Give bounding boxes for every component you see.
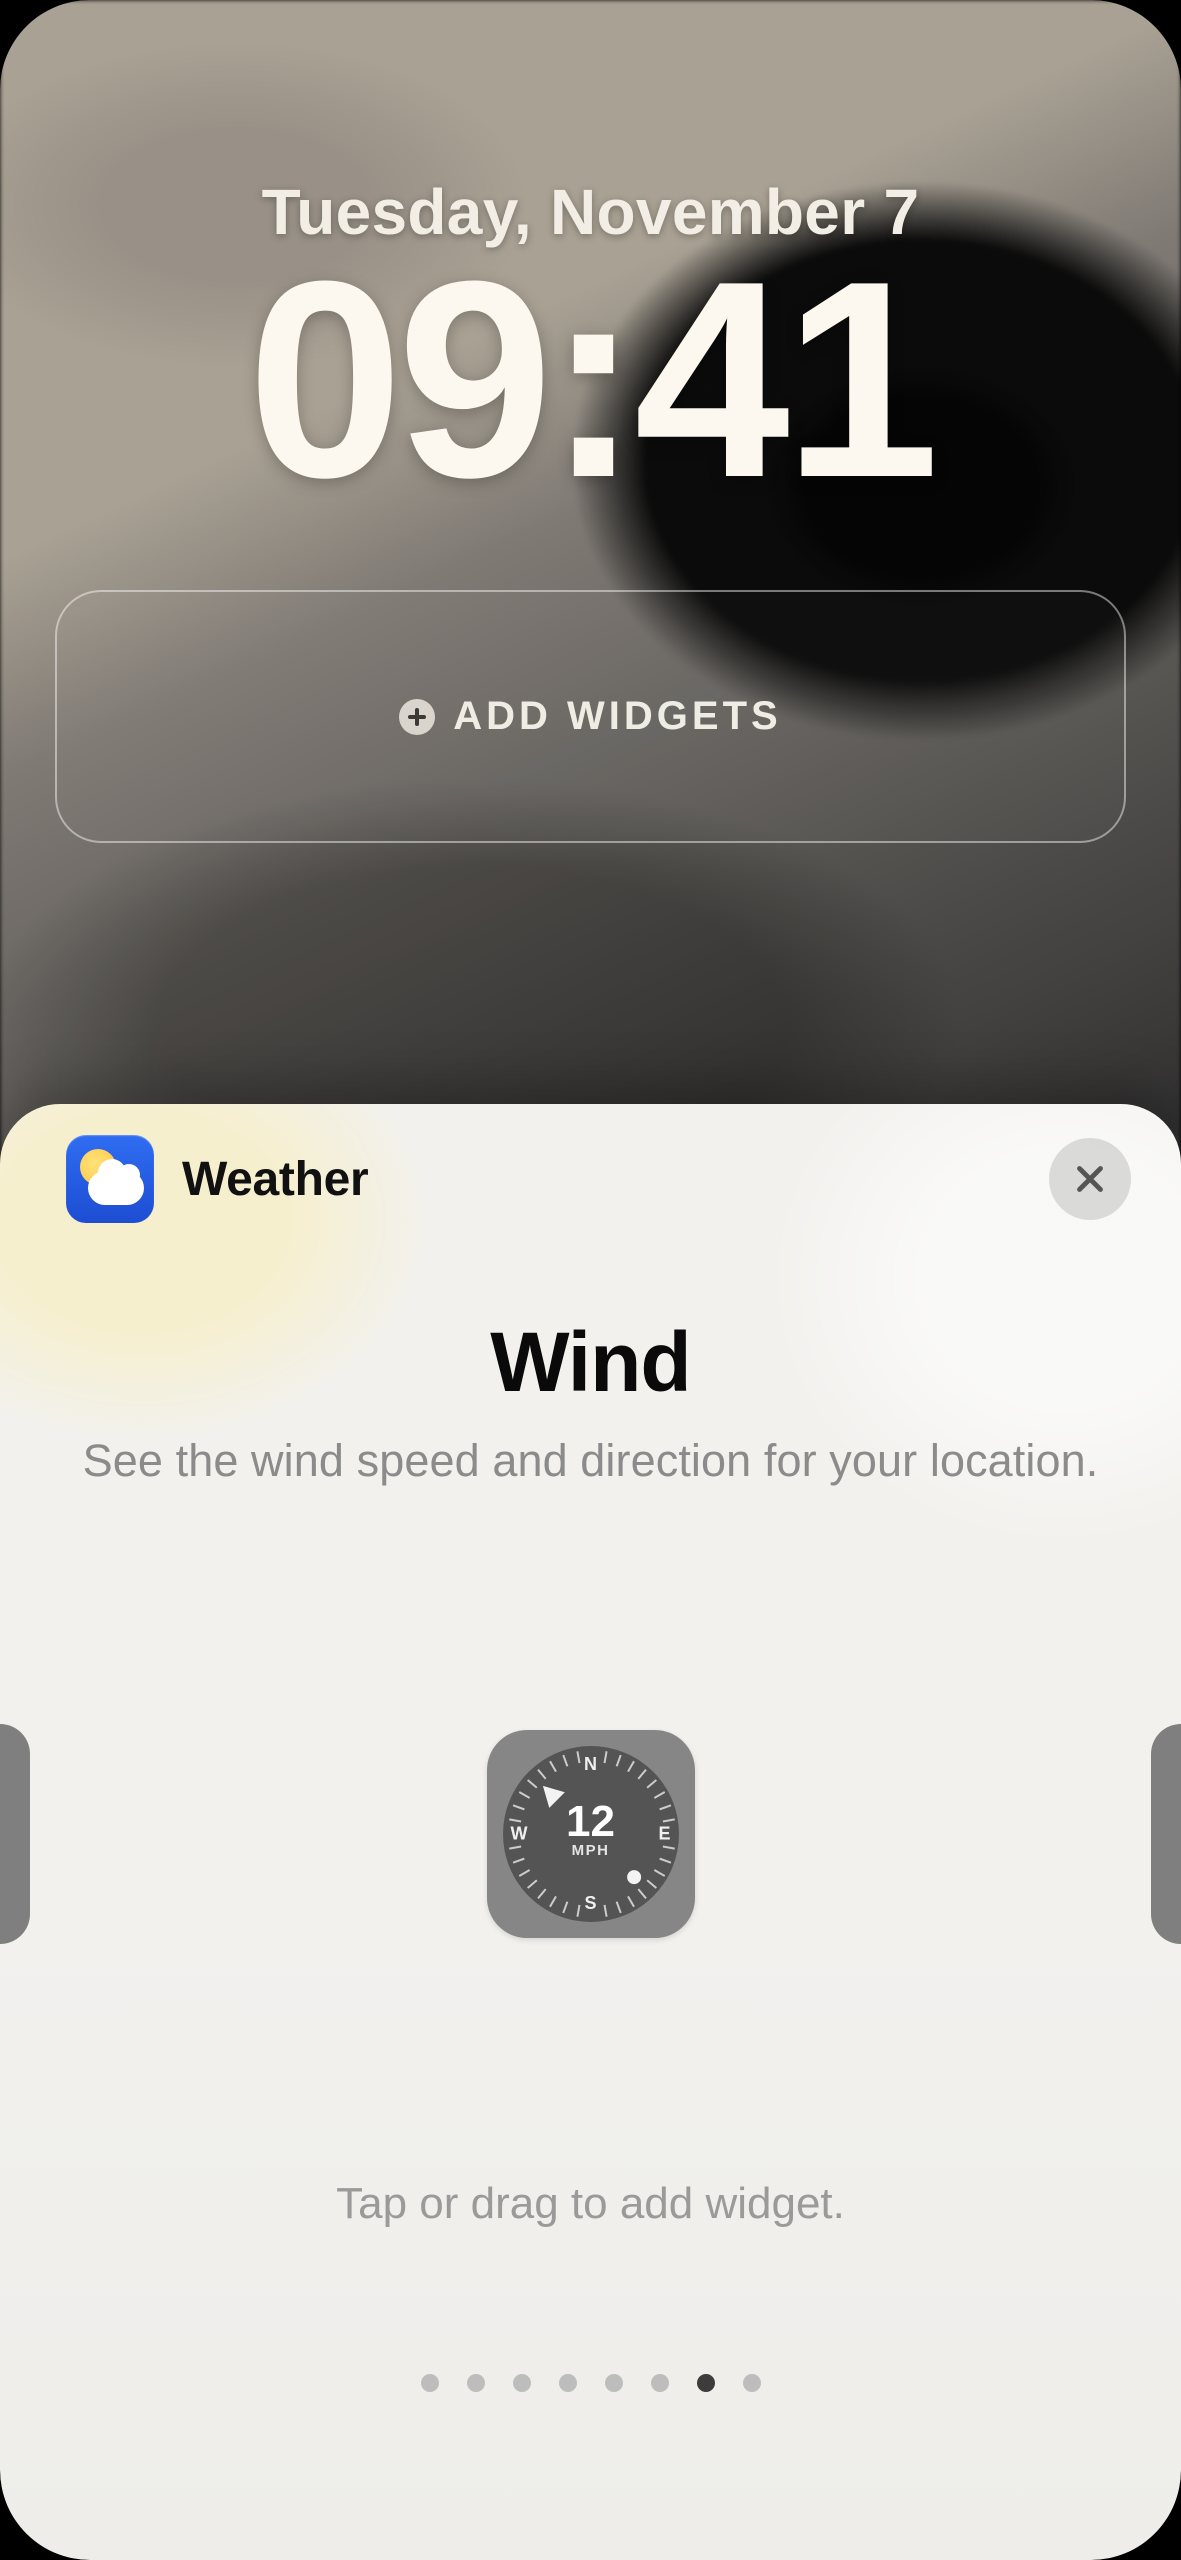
wind-speed-number: 12 [545,1800,637,1844]
add-widgets-button[interactable]: ADD WIDGETS [55,590,1126,843]
page-dot[interactable] [651,2374,669,2392]
wind-speed-unit: MPH [545,1842,637,1859]
close-button[interactable] [1049,1138,1131,1220]
widget-preview-carousel[interactable]: N S E W 12 MPH [0,1704,1181,1964]
close-icon [1072,1161,1108,1197]
add-widgets-label: ADD WIDGETS [453,694,781,739]
sheet-header: Weather [0,1104,1181,1254]
plus-circle-icon [399,699,435,735]
page-dot[interactable] [743,2374,761,2392]
wind-compass: N S E W 12 MPH [503,1746,679,1922]
page-dot[interactable] [467,2374,485,2392]
prev-widget-peek[interactable] [0,1724,30,1944]
page-dots[interactable] [0,2374,1181,2392]
page-dot[interactable] [605,2374,623,2392]
compass-cardinal-s: S [584,1893,596,1914]
drag-hint-label: Tap or drag to add widget. [0,2179,1181,2229]
compass-cardinal-e: E [658,1824,670,1845]
lock-screen-time[interactable]: 09:41 [0,240,1181,520]
page-dot[interactable] [697,2374,715,2392]
compass-cardinal-w: W [511,1824,528,1845]
widget-heading: Wind [0,1314,1181,1411]
weather-app-icon [66,1135,154,1223]
page-dot[interactable] [421,2374,439,2392]
compass-cardinal-n: N [584,1754,597,1775]
app-name-label: Weather [182,1152,368,1207]
next-widget-peek[interactable] [1151,1724,1181,1944]
widget-picker-sheet: Weather Wind See the wind speed and dire… [0,1104,1181,2560]
page-dot[interactable] [559,2374,577,2392]
wind-value: 12 MPH [545,1800,637,1859]
wind-widget-preview[interactable]: N S E W 12 MPH [487,1730,695,1938]
widget-subheading: See the wind speed and direction for you… [0,1435,1181,1487]
page-dot[interactable] [513,2374,531,2392]
phone-screen: Tuesday, November 7 09:41 ADD WIDGETS We… [0,0,1181,2560]
